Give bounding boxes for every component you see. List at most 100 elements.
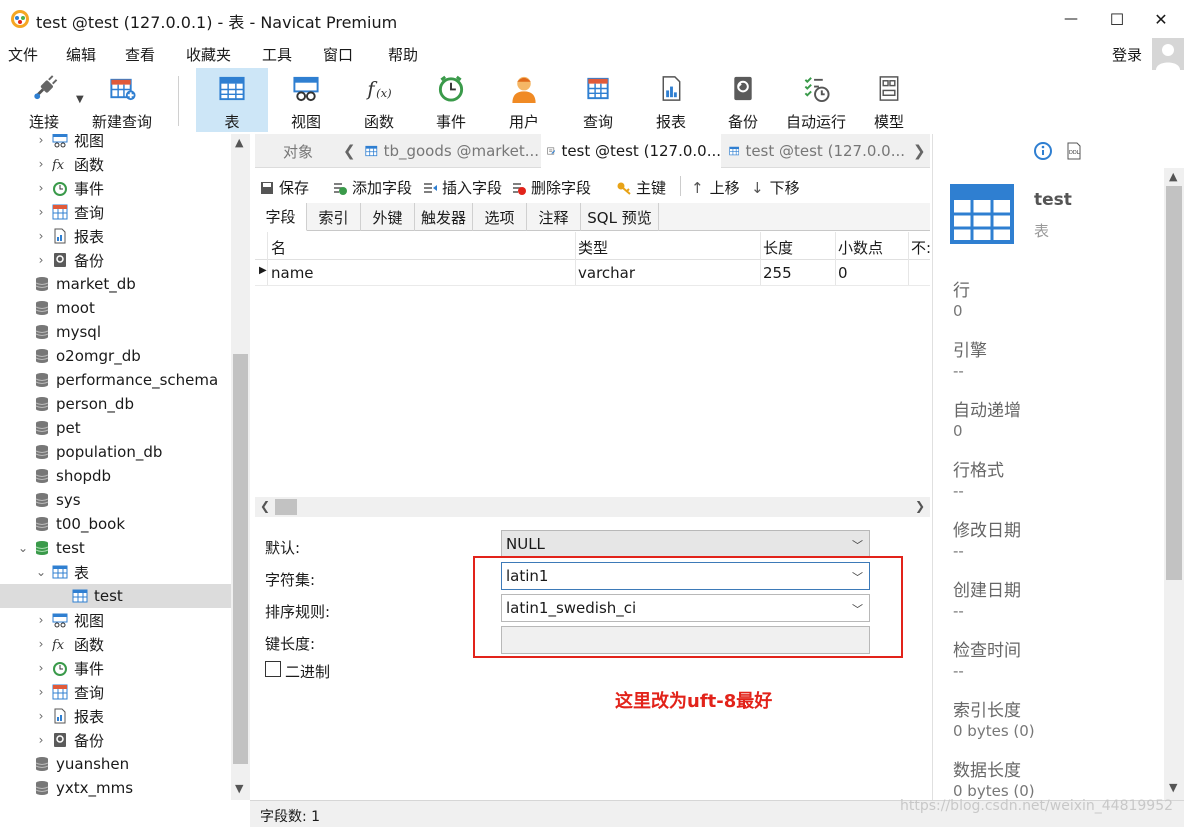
scroll-right-icon[interactable]: ❯: [915, 499, 925, 513]
tree-item[interactable]: shopdb: [0, 464, 231, 488]
chevron-right-icon[interactable]: ›: [34, 205, 48, 219]
tab-tb-goods[interactable]: tb_goods @market...: [359, 134, 539, 168]
minimize-button[interactable]: —: [1048, 0, 1094, 38]
tree-item[interactable]: sys: [0, 488, 231, 512]
info-scrollbar[interactable]: ▲ ▼: [1164, 168, 1184, 800]
subtab-sql-preview[interactable]: SQL 预览: [581, 203, 659, 231]
tree-item[interactable]: population_db: [0, 440, 231, 464]
info-icon[interactable]: [1034, 142, 1052, 160]
tree-item[interactable]: › 报表: [0, 704, 231, 728]
column-header-name[interactable]: 名: [271, 237, 286, 258]
scroll-left-icon[interactable]: ❮: [260, 499, 270, 513]
tab-objects[interactable]: 对象: [255, 134, 341, 168]
scroll-down-icon[interactable]: ▼: [235, 782, 243, 795]
close-button[interactable]: ✕: [1138, 0, 1184, 38]
subtab-options[interactable]: 选项: [473, 203, 527, 231]
delete-field-button[interactable]: 删除字段: [512, 177, 591, 198]
subtab-indexes[interactable]: 索引: [307, 203, 361, 231]
chevron-right-icon[interactable]: ›: [34, 181, 48, 195]
toolbar-report-button[interactable]: 报表: [646, 68, 696, 132]
table-row[interactable]: ▶ name varchar 255 0: [255, 260, 930, 286]
save-button[interactable]: 保存: [260, 177, 309, 198]
tree-item[interactable]: mysql: [0, 320, 231, 344]
column-header-decimals[interactable]: 小数点: [838, 237, 883, 258]
tree-item[interactable]: › 视图: [0, 134, 231, 152]
tree-item[interactable]: ⌄ test: [0, 536, 231, 560]
move-down-button[interactable]: ↓ 下移: [751, 177, 800, 198]
tree-item[interactable]: › fx 函数: [0, 152, 231, 176]
move-up-button[interactable]: ↑ 上移: [691, 177, 740, 198]
tree-item[interactable]: person_db: [0, 392, 231, 416]
chevron-right-icon[interactable]: ›: [34, 685, 48, 699]
scroll-up-icon[interactable]: ▲: [235, 136, 243, 149]
toolbar-event-button[interactable]: 事件: [426, 68, 476, 132]
subtab-foreign-keys[interactable]: 外键: [361, 203, 415, 231]
tree-scrollbar[interactable]: ▲ ▼: [231, 134, 250, 800]
maximize-button[interactable]: ☐: [1094, 0, 1140, 38]
tree-item[interactable]: market_db: [0, 272, 231, 296]
toolbar-model-button[interactable]: 模型: [864, 68, 914, 132]
tree-item[interactable]: test: [0, 584, 231, 608]
toolbar-function-button[interactable]: f (x) 函数: [352, 68, 406, 132]
chevron-right-icon[interactable]: ›: [34, 253, 48, 267]
chevron-right-icon[interactable]: ›: [34, 733, 48, 747]
tree-item[interactable]: › fx 函数: [0, 632, 231, 656]
chevron-right-icon[interactable]: ›: [34, 134, 48, 147]
chevron-down-icon[interactable]: ⌄: [16, 541, 30, 555]
subtab-comments[interactable]: 注释: [527, 203, 581, 231]
chevron-down-icon[interactable]: ⌄: [34, 565, 48, 579]
menu-tools[interactable]: 工具: [262, 44, 292, 65]
tree-item[interactable]: moot: [0, 296, 231, 320]
tab-test-structure[interactable]: test @test (127.0.0...: [541, 134, 721, 168]
toolbar-schedule-button[interactable]: 自动运行: [784, 68, 848, 132]
grid-horizontal-scrollbar[interactable]: ❮ ❯: [255, 497, 930, 517]
toolbar-connect-button[interactable]: 连接: [22, 68, 66, 132]
toolbar-table-button[interactable]: 表: [196, 68, 268, 132]
avatar[interactable]: [1152, 38, 1184, 70]
subtab-triggers[interactable]: 触发器: [415, 203, 473, 231]
scroll-down-icon[interactable]: ▼: [1169, 781, 1177, 794]
tree-item[interactable]: ⌄ 表: [0, 560, 231, 584]
tree-item[interactable]: t00_book: [0, 512, 231, 536]
toolbar-backup-button[interactable]: 备份: [718, 68, 768, 132]
tree-item[interactable]: › 事件: [0, 656, 231, 680]
menu-file[interactable]: 文件: [8, 44, 38, 65]
chevron-right-icon[interactable]: ›: [34, 709, 48, 723]
menu-window[interactable]: 窗口: [323, 44, 353, 65]
toolbar-new-query-button[interactable]: 新建查询: [90, 68, 154, 132]
tree-item[interactable]: yxtx_mms: [0, 776, 231, 800]
menu-edit[interactable]: 编辑: [66, 44, 96, 65]
field-decimals-cell[interactable]: 0: [838, 264, 848, 282]
login-link[interactable]: 登录: [1112, 44, 1142, 65]
tree-item[interactable]: yuanshen: [0, 752, 231, 776]
tree-item[interactable]: › 视图: [0, 608, 231, 632]
tree-item[interactable]: o2omgr_db: [0, 344, 231, 368]
subtab-fields[interactable]: 字段: [255, 203, 307, 231]
scroll-up-icon[interactable]: ▲: [1169, 170, 1177, 183]
toolbar-query-button[interactable]: 查询: [572, 68, 624, 132]
tab-scroll-left-icon[interactable]: ❮: [343, 142, 356, 160]
chevron-right-icon[interactable]: ›: [34, 229, 48, 243]
info-scrollbar-thumb[interactable]: [1166, 186, 1182, 580]
field-name-cell[interactable]: name: [271, 264, 314, 282]
connect-dropdown-icon[interactable]: ▼: [76, 94, 84, 105]
toolbar-user-button[interactable]: 用户: [498, 68, 550, 132]
chevron-right-icon[interactable]: ›: [34, 157, 48, 171]
toolbar-view-button[interactable]: 视图: [278, 68, 334, 132]
column-header-length[interactable]: 长度: [763, 237, 793, 258]
chevron-right-icon[interactable]: ›: [34, 637, 48, 651]
menu-favorites[interactable]: 收藏夹: [186, 44, 231, 65]
menu-view[interactable]: 查看: [125, 44, 155, 65]
add-field-button[interactable]: 添加字段: [333, 177, 412, 198]
insert-field-button[interactable]: 插入字段: [423, 177, 502, 198]
chevron-right-icon[interactable]: ›: [34, 613, 48, 627]
tree-item[interactable]: pet: [0, 416, 231, 440]
tree-item[interactable]: › 备份: [0, 248, 231, 272]
tree-item[interactable]: performance_schema: [0, 368, 231, 392]
binary-checkbox[interactable]: [265, 661, 281, 677]
tree-scrollbar-thumb[interactable]: [233, 354, 248, 764]
tree-item[interactable]: › 查询: [0, 200, 231, 224]
field-length-cell[interactable]: 255: [763, 264, 792, 282]
field-type-cell[interactable]: varchar: [578, 264, 635, 282]
ddl-icon[interactable]: DDL: [1066, 142, 1082, 160]
